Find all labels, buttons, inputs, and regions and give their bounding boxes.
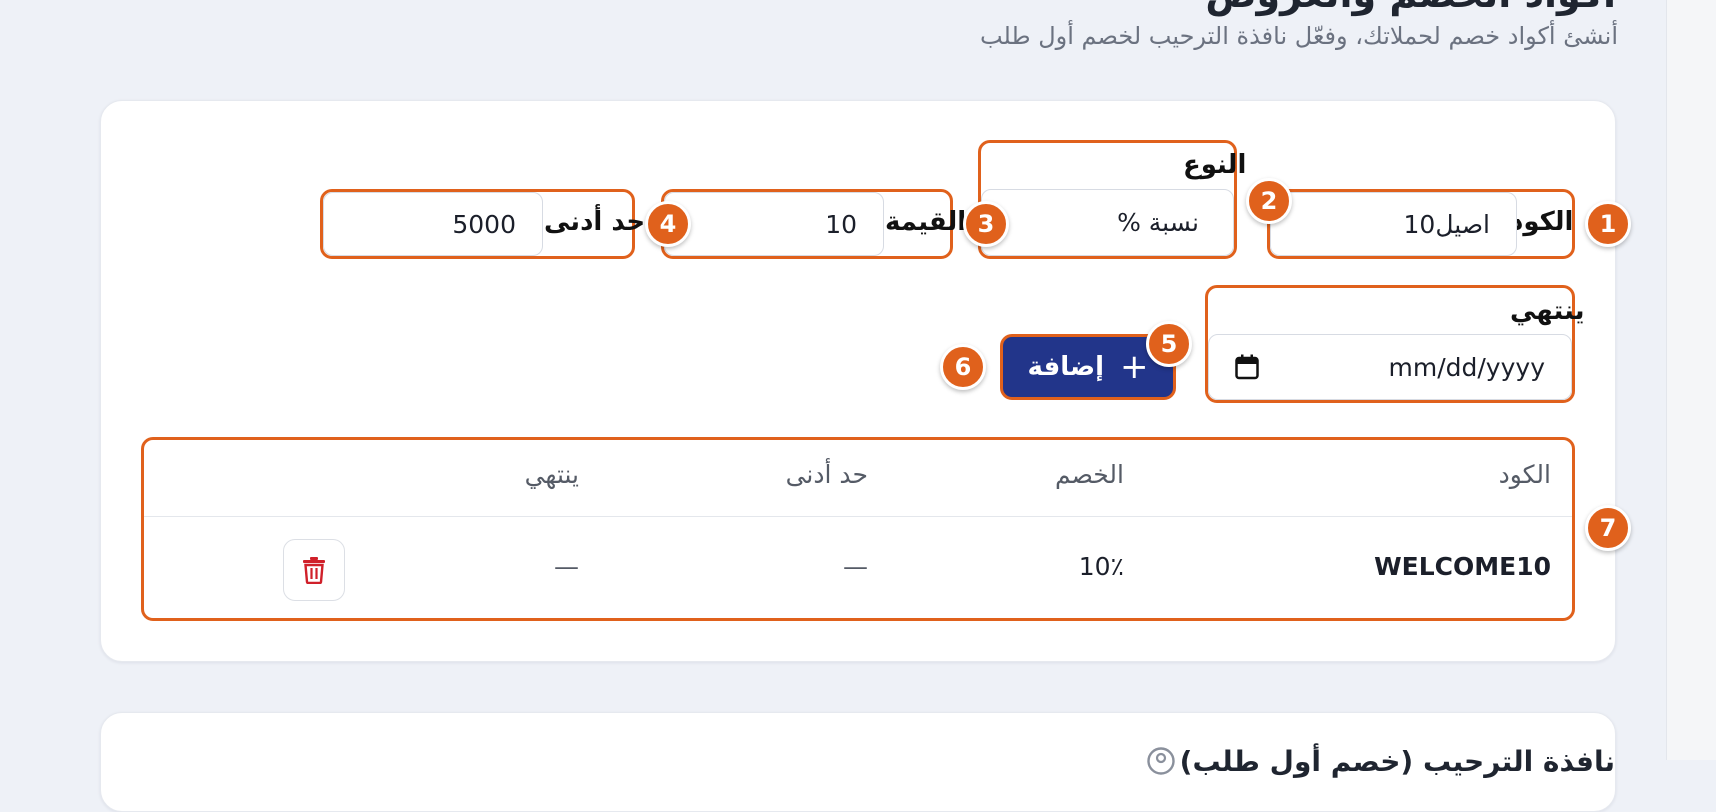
annotation-badge-4: 4 (645, 201, 691, 247)
add-button-label: إضافة (1027, 352, 1105, 382)
row-min-cell: — (843, 552, 868, 581)
annotation-badge-5: 5 (1146, 321, 1192, 367)
page-subtitle: أنشئ أكواد خصم لحملاتك، وفعّل نافذة التر… (979, 22, 1618, 50)
min-label: حد أدنى (544, 207, 646, 237)
column-header-discount: الخصم (1054, 460, 1124, 489)
value-input-value: 10 (825, 209, 857, 239)
annotation-badge-6: 6 (940, 344, 986, 390)
row-code-cell: WELCOME10 (1374, 552, 1551, 581)
annotation-badge-7: 7 (1585, 505, 1631, 551)
calendar-icon[interactable] (1235, 354, 1259, 380)
value-label: القيمة (885, 207, 967, 237)
code-input-value: اصيل10 (1403, 209, 1490, 239)
type-select[interactable]: نسبة % (981, 189, 1234, 256)
right-sidebar-strip (1666, 0, 1716, 760)
annotation-badge-3: 3 (963, 201, 1009, 247)
min-order-input-value: 5000 (452, 209, 516, 239)
min-order-input[interactable]: 5000 (323, 192, 543, 256)
expires-label: ينتهي (1510, 296, 1585, 326)
welcome-popup-card: نافذة الترحيب (خصم أول طلب) (100, 712, 1616, 812)
type-label: النوع (1183, 150, 1247, 180)
table-header-divider (144, 516, 1572, 517)
code-label: الكود (1510, 207, 1574, 237)
column-header-min: حد أدنى (785, 460, 868, 489)
column-header-expires: ينتهي (524, 460, 579, 489)
annotation-badge-1: 1 (1585, 201, 1631, 247)
expires-date-placeholder: mm/dd/yyyy (1388, 352, 1545, 382)
value-input[interactable]: 10 (664, 192, 884, 256)
column-header-code: الكود (1498, 460, 1551, 489)
row-discount-cell: 10٪ (1078, 552, 1124, 581)
row-expires-cell: — (554, 552, 579, 581)
expires-date-input[interactable]: mm/dd/yyyy (1208, 334, 1572, 400)
annotation-badge-2: 2 (1246, 178, 1292, 224)
help-icon[interactable] (1146, 746, 1176, 776)
trash-icon (303, 557, 325, 584)
welcome-popup-title: نافذة الترحيب (خصم أول طلب) (1179, 745, 1615, 778)
code-input[interactable]: اصيل10 (1270, 192, 1517, 256)
plus-icon: + (1120, 347, 1149, 387)
delete-code-button[interactable] (283, 539, 345, 601)
page-title: أكواد الخصم والعروض (1205, 0, 1616, 16)
type-select-value: نسبة % (1117, 208, 1199, 237)
